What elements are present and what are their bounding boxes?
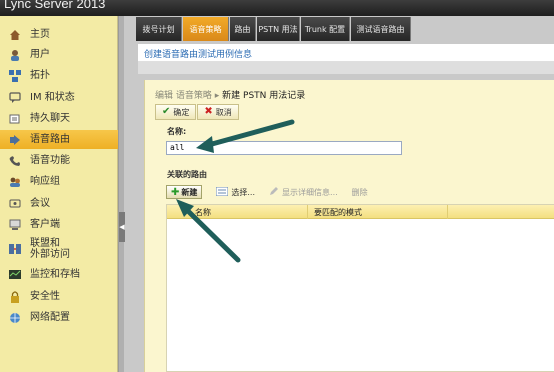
select-route-label: 选择...	[231, 187, 256, 197]
routes-grid: 名称 要匹配的模式	[166, 204, 554, 372]
sidebar-item-users[interactable]: 用户	[0, 45, 118, 64]
app-title: Lync Server 2013	[4, 0, 106, 11]
response-group-icon	[9, 176, 21, 188]
sidebar-item-label: 拓扑	[30, 70, 50, 81]
column-header-name[interactable]: 名称	[195, 207, 211, 218]
sidebar-item-label: 客户端	[30, 219, 60, 230]
topology-icon	[9, 69, 21, 82]
cancel-label: 取消	[215, 107, 232, 117]
tab-trunk-config[interactable]: Trunk 配置	[301, 17, 350, 41]
title-bar: Lync Server 2013	[0, 0, 554, 16]
subheader: 创建语音路由测试用例信息	[138, 44, 554, 62]
monitoring-icon	[9, 269, 21, 281]
user-icon	[9, 49, 21, 61]
collapse-toggle[interactable]: ◀	[119, 212, 125, 242]
pencil-icon	[269, 186, 279, 198]
edit-panel: 编辑 语音策略 ▸ 新建 PSTN 用法记录 ✔ 确定 ✖ 取消 名称: all…	[144, 80, 554, 372]
column-header-pattern[interactable]: 要匹配的模式	[314, 207, 362, 218]
sidebar-item-label: 语音功能	[30, 155, 70, 166]
show-details-button[interactable]: 显示详细信息...	[269, 186, 338, 198]
breadcrumb-separator: ▸	[214, 91, 220, 101]
sidebar-item-topology[interactable]: 拓扑	[0, 66, 118, 85]
sidebar-item-clients[interactable]: 客户端	[0, 215, 118, 234]
select-icon	[215, 186, 229, 198]
column-divider	[447, 205, 448, 219]
sidebar-collapse-strip: ◀	[118, 16, 125, 372]
sidebar-item-label: 安全性	[30, 291, 60, 302]
tab-pstn-usage[interactable]: PSTN 用法	[257, 17, 300, 41]
delete-route-button[interactable]: 删除	[352, 187, 368, 198]
routes-toolbar: ✚ 新建 选择... 显示详细信息... 删除	[166, 183, 368, 201]
sidebar-item-label: 会议	[30, 198, 50, 209]
cancel-button[interactable]: ✖ 取消	[197, 104, 239, 120]
show-details-label: 显示详细信息...	[282, 187, 338, 197]
close-icon: ✖	[204, 106, 213, 117]
tab-bar: 拨号计划 语音策略 路由 PSTN 用法 Trunk 配置 测试语音路由	[124, 16, 554, 42]
sidebar-item-label: 主页	[30, 29, 50, 40]
phone-icon	[9, 155, 21, 167]
persistent-chat-icon	[9, 113, 21, 125]
sidebar-item-network[interactable]: 网络配置	[0, 308, 118, 327]
commit-toolbar: ✔ 确定 ✖ 取消	[155, 104, 240, 120]
name-label: 名称:	[167, 127, 187, 136]
tab-test-voice-routing[interactable]: 测试语音路由	[351, 17, 411, 41]
sidebar-item-label: 用户	[30, 49, 50, 60]
im-presence-icon	[9, 91, 21, 104]
sidebar-item-label: 网络配置	[30, 312, 70, 323]
ok-button[interactable]: ✔ 确定	[155, 104, 197, 120]
column-divider	[307, 205, 308, 219]
sidebar-item-label: IM 和状态	[30, 92, 75, 103]
new-route-label: 新建	[181, 187, 198, 197]
grid-header: 名称 要匹配的模式	[167, 205, 554, 219]
sidebar-item-federation[interactable]: 联盟和 外部访问	[0, 234, 118, 264]
breadcrumb: 编辑 语音策略 ▸ 新建 PSTN 用法记录	[155, 88, 305, 101]
delete-label: 删除	[351, 187, 368, 197]
tab-voice-policy[interactable]: 语音策略	[183, 17, 229, 41]
federation-icon	[9, 243, 21, 255]
sidebar-item-im-presence[interactable]: IM 和状态	[0, 88, 118, 107]
select-route-button[interactable]: 选择...	[215, 186, 256, 198]
home-icon	[9, 29, 21, 41]
add-icon: ✚	[171, 186, 180, 198]
sidebar-item-label: 监控和存档	[30, 269, 80, 280]
create-test-case-link[interactable]: 创建语音路由测试用例信息	[144, 47, 252, 60]
tab-dial-plan[interactable]: 拨号计划	[136, 17, 182, 41]
sidebar-item-home[interactable]: 主页	[0, 25, 118, 44]
sidebar-item-response-groups[interactable]: 响应组	[0, 172, 118, 191]
ok-label: 确定	[173, 107, 190, 117]
new-route-button[interactable]: ✚ 新建	[166, 185, 203, 199]
sidebar-item-monitoring[interactable]: 监控和存档	[0, 265, 118, 284]
network-icon	[9, 312, 21, 324]
sidebar-item-label: 语音路由	[30, 134, 70, 145]
breadcrumb-current: 新建 PSTN 用法记录	[222, 91, 306, 101]
separator-band	[138, 62, 554, 74]
sidebar-item-voice-routing[interactable]: 语音路由	[0, 130, 118, 149]
sidebar: 主页 用户 拓扑 IM 和状态 持久聊天 语音路由 语音功能 响应组 会议 客户…	[0, 16, 118, 372]
tab-route[interactable]: 路由	[230, 17, 256, 41]
sidebar-item-label: 持久聊天	[30, 113, 70, 124]
sidebar-item-voice-features[interactable]: 语音功能	[0, 151, 118, 170]
clients-icon	[9, 219, 21, 231]
sidebar-item-security[interactable]: 安全性	[0, 287, 118, 306]
sidebar-item-label: 响应组	[30, 176, 60, 187]
lock-icon	[9, 290, 21, 303]
voice-routing-icon	[9, 134, 21, 146]
sidebar-item-persistent-chat[interactable]: 持久聊天	[0, 109, 118, 128]
conferencing-icon	[9, 198, 21, 210]
sidebar-item-label: 联盟和 外部访问	[30, 238, 70, 260]
check-icon: ✔	[162, 106, 171, 117]
name-field[interactable]: all	[166, 141, 402, 155]
sidebar-item-conferencing[interactable]: 会议	[0, 194, 118, 213]
associated-routes-label: 关联的路由	[167, 170, 207, 179]
breadcrumb-parent[interactable]: 编辑 语音策略	[155, 91, 212, 101]
